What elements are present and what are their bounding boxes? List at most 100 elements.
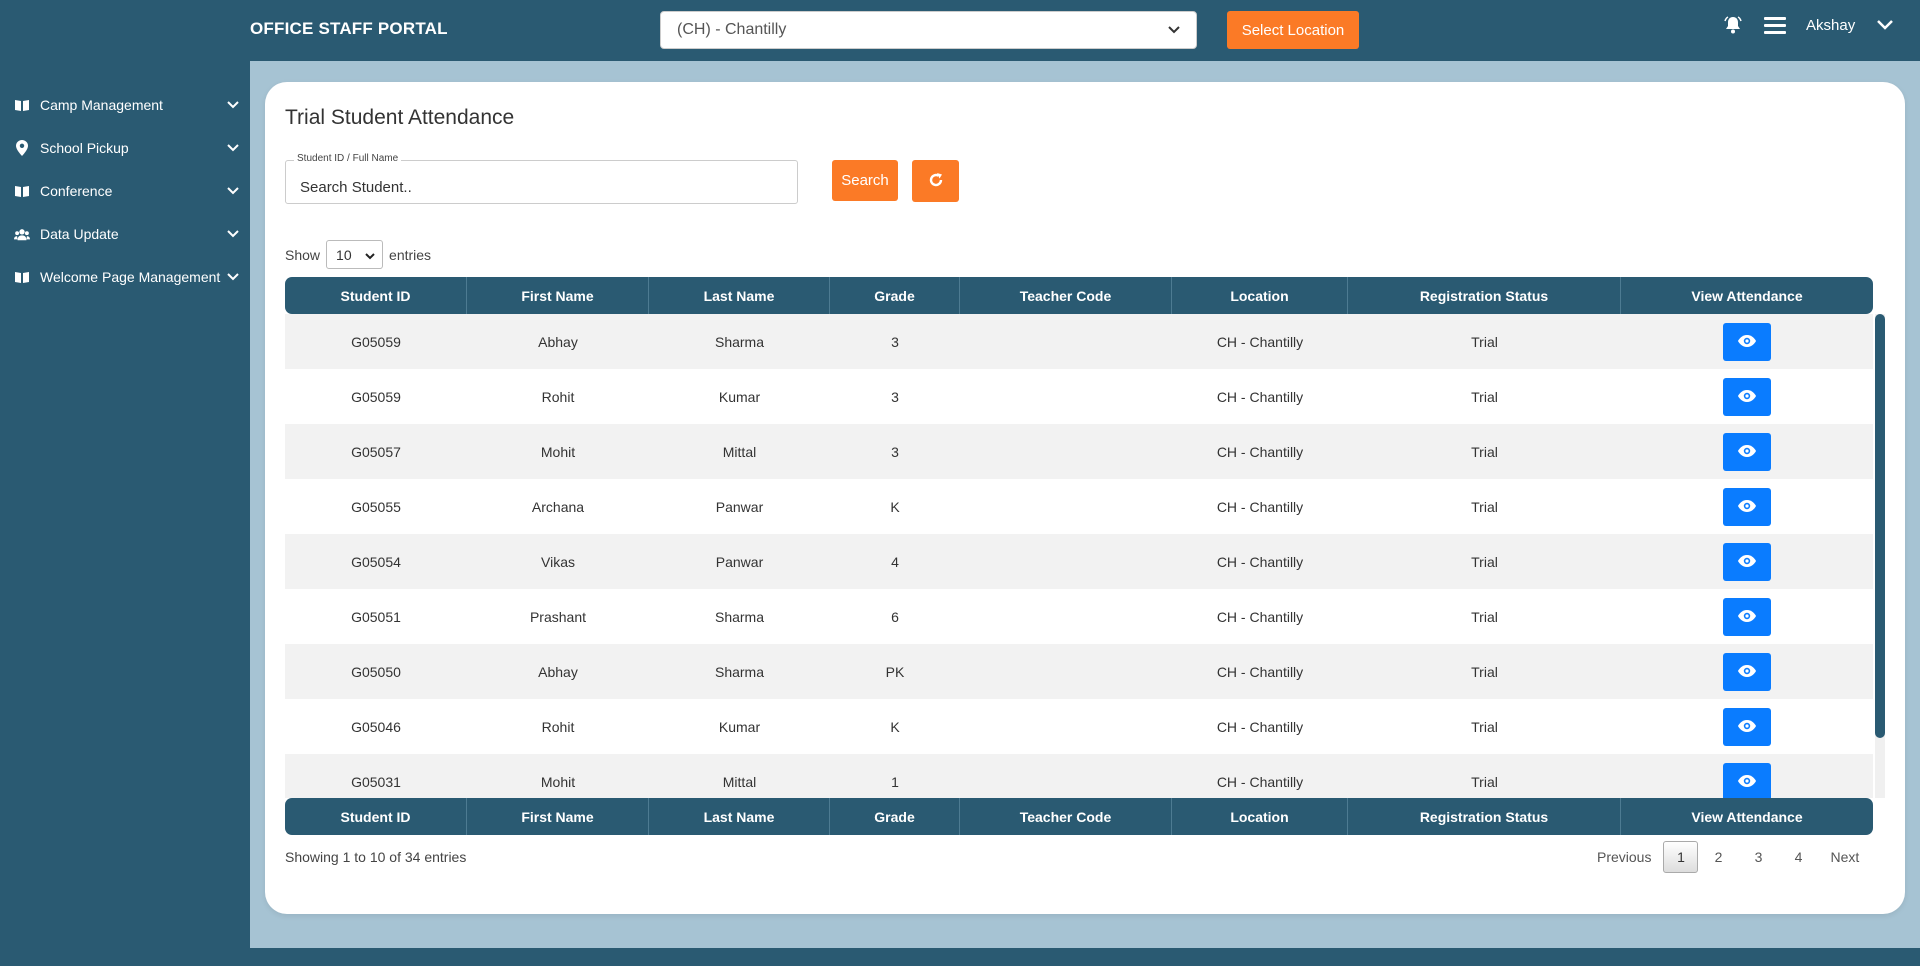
pagination-page-2[interactable]: 2: [1698, 841, 1738, 873]
cell-registration-status: Trial: [1471, 663, 1498, 680]
book-icon: [14, 269, 30, 285]
cell-registration-status: Trial: [1471, 608, 1498, 625]
column-header-last-name[interactable]: Last Name: [649, 277, 830, 314]
refresh-button[interactable]: [912, 160, 959, 202]
cell-view-attendance: [1621, 314, 1873, 369]
cell-teacher-code: [960, 589, 1172, 644]
pagination-previous[interactable]: Previous: [1585, 841, 1663, 873]
cell-last-name: Mittal: [722, 443, 757, 460]
sidebar-item-conference[interactable]: Conference: [14, 176, 240, 206]
page-title: Trial Student Attendance: [285, 106, 515, 129]
chevron-down-icon: [226, 98, 240, 112]
cell-location: CH - Chantilly: [1216, 333, 1304, 350]
sidebar-item-school-pickup[interactable]: School Pickup: [14, 133, 240, 163]
cell-teacher-code: [960, 424, 1172, 479]
sidebar: Camp Management School Pickup Conference…: [0, 61, 250, 948]
sidebar-item-data-update[interactable]: Data Update: [14, 219, 240, 249]
view-attendance-button[interactable]: [1723, 762, 1771, 798]
user-name[interactable]: Akshay: [1806, 17, 1855, 34]
column-header-teacher-code[interactable]: Teacher Code: [960, 277, 1172, 314]
cell-student-id: G05031: [351, 773, 401, 790]
cell-location: CH - Chantilly: [1216, 718, 1304, 735]
table-row: G05055 Archana Panwar K CH - Chantilly T…: [285, 479, 1873, 534]
pagination-page-1[interactable]: 1: [1663, 841, 1699, 873]
pagination-page-3[interactable]: 3: [1738, 841, 1778, 873]
book-icon: [14, 97, 30, 113]
bell-icon[interactable]: [1722, 14, 1744, 36]
eye-icon: [1738, 444, 1756, 460]
cell-last-name: Kumar: [718, 388, 761, 405]
cell-registration-status: Trial: [1471, 388, 1498, 405]
table-row: G05050 Abhay Sharma PK CH - Chantilly Tr…: [285, 644, 1873, 699]
entries-label: entries: [389, 246, 432, 263]
sidebar-item-label: Conference: [40, 183, 113, 199]
column-footer-location: Location: [1172, 798, 1348, 835]
table-footer-header: Student ID First Name Last Name Grade Te…: [285, 798, 1873, 835]
cell-location: CH - Chantilly: [1216, 443, 1304, 460]
cell-grade: K: [890, 498, 900, 515]
column-header-view-attendance[interactable]: View Attendance: [1621, 277, 1873, 314]
table-row: G05054 Vikas Panwar 4 CH - Chantilly Tri…: [285, 534, 1873, 589]
pagination-page-4[interactable]: 4: [1778, 841, 1818, 873]
page-length-select[interactable]: 10: [326, 240, 384, 269]
cell-first-name: Vikas: [541, 553, 575, 570]
column-header-registration-status[interactable]: Registration Status: [1348, 277, 1621, 314]
sidebar-item-camp-management[interactable]: Camp Management: [14, 90, 240, 120]
cell-first-name: Abhay: [538, 333, 578, 350]
column-header-grade[interactable]: Grade: [830, 277, 960, 314]
view-attendance-button[interactable]: [1723, 322, 1771, 361]
eye-icon: [1738, 719, 1756, 735]
table-scrollbar-thumb[interactable]: [1875, 314, 1885, 738]
location-select[interactable]: (CH) - Chantilly: [660, 11, 1197, 49]
table-row: G05057 Mohit Mittal 3 CH - Chantilly Tri…: [285, 424, 1873, 479]
search-field[interactable]: Student ID / Full Name: [285, 153, 798, 204]
cell-grade: 3: [891, 333, 899, 350]
sidebar-item-label: School Pickup: [40, 140, 129, 156]
column-footer-grade: Grade: [830, 798, 960, 835]
view-attendance-button[interactable]: [1723, 377, 1771, 416]
cell-first-name: Mohit: [540, 443, 576, 460]
column-header-location[interactable]: Location: [1172, 277, 1348, 314]
view-attendance-button[interactable]: [1723, 597, 1771, 636]
app-brand: OFFICE STAFF PORTAL: [250, 19, 448, 38]
cell-first-name: Archana: [531, 498, 585, 515]
search-input[interactable]: [286, 161, 797, 203]
page-length-value: 10: [336, 246, 352, 263]
cell-teacher-code: [960, 699, 1172, 754]
column-header-student-id[interactable]: Student ID: [285, 277, 467, 314]
cell-view-attendance: [1621, 424, 1873, 479]
pagination-next[interactable]: Next: [1818, 841, 1871, 873]
cell-last-name: Sharma: [714, 608, 765, 625]
table-body: G05059 Abhay Sharma 3 CH - Chantilly Tri…: [285, 314, 1873, 798]
view-attendance-button[interactable]: [1723, 432, 1771, 471]
cell-view-attendance: [1621, 479, 1873, 534]
view-attendance-button[interactable]: [1723, 652, 1771, 691]
view-attendance-button[interactable]: [1723, 487, 1771, 526]
cell-last-name: Kumar: [718, 718, 761, 735]
cell-registration-status: Trial: [1471, 498, 1498, 515]
cell-teacher-code: [960, 754, 1172, 798]
column-header-first-name[interactable]: First Name: [467, 277, 649, 314]
select-location-button[interactable]: Select Location: [1227, 11, 1359, 49]
location-select-value: (CH) - Chantilly: [677, 21, 787, 38]
cell-location: CH - Chantilly: [1216, 553, 1304, 570]
cell-registration-status: Trial: [1471, 443, 1498, 460]
cell-last-name: Sharma: [714, 663, 765, 680]
hamburger-menu-icon[interactable]: [1764, 14, 1786, 36]
user-chevron-down-icon[interactable]: [1875, 15, 1895, 35]
cell-teacher-code: [960, 479, 1172, 534]
column-footer-first-name: First Name: [467, 798, 649, 835]
cell-grade: 6: [891, 608, 899, 625]
cell-student-id: G05050: [351, 663, 401, 680]
view-attendance-button[interactable]: [1723, 707, 1771, 746]
cell-location: CH - Chantilly: [1216, 498, 1304, 515]
sidebar-item-welcome-page-management[interactable]: Welcome Page Management: [14, 262, 240, 292]
cell-last-name: Panwar: [715, 553, 764, 570]
cell-student-id: G05059: [351, 333, 401, 350]
eye-icon: [1738, 499, 1756, 515]
cell-grade: 3: [891, 443, 899, 460]
cell-location: CH - Chantilly: [1216, 388, 1304, 405]
view-attendance-button[interactable]: [1723, 542, 1771, 581]
map-pin-icon: [14, 140, 30, 156]
search-button[interactable]: Search: [832, 160, 898, 201]
